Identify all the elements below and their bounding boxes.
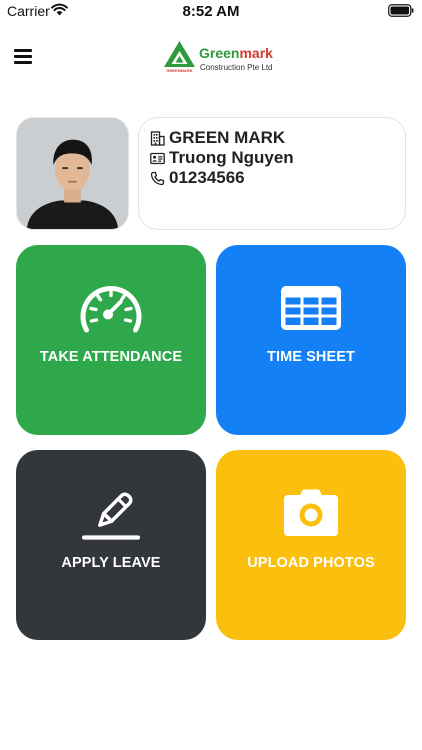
table-icon [281, 286, 341, 330]
time-sheet-label: TIME SHEET [266, 349, 355, 365]
name-row: Truong Nguyen [150, 148, 405, 168]
building-icon [150, 130, 165, 146]
logo-title: Greenmark [199, 45, 273, 61]
status-time: 8:52 AM [182, 3, 240, 20]
company-name: GREEN MARK [169, 128, 286, 147]
logo-triangle-icon: GREENMARK [164, 41, 195, 73]
phone-number: 01234566 [169, 168, 245, 187]
apply-leave-label: APPLY LEAVE [61, 555, 161, 571]
take-attendance-button[interactable]: TAKE ATTENDANCE [16, 245, 206, 435]
menu-icon[interactable] [14, 48, 34, 64]
avatar[interactable] [16, 117, 129, 230]
pencil-icon [81, 492, 141, 540]
company-row: GREEN MARK [150, 128, 405, 148]
profile-info-card: GREEN MARK Truong Nguyen 01234566 [138, 117, 406, 230]
status-bar: Carrier 8:52 AM [0, 0, 422, 22]
company-logo: GREENMARK Greenmark Construction Pte Ltd [163, 40, 275, 76]
avatar-photo [17, 118, 128, 229]
upload-photos-button[interactable]: UPLOAD PHOTOS [216, 450, 406, 640]
logo-mark-text: GREENMARK [166, 68, 192, 73]
camera-icon [284, 489, 338, 536]
employee-name: Truong Nguyen [169, 148, 294, 167]
apply-leave-button[interactable]: APPLY LEAVE [16, 450, 206, 640]
id-card-icon [150, 152, 165, 164]
time-sheet-button[interactable]: TIME SHEET [216, 245, 406, 435]
take-attendance-label: TAKE ATTENDANCE [39, 349, 183, 365]
upload-photos-label: UPLOAD PHOTOS [247, 555, 375, 571]
phone-row: 01234566 [150, 168, 405, 188]
battery-icon [388, 4, 414, 17]
speedometer-icon [80, 286, 142, 333]
phone-icon [150, 171, 165, 185]
logo-subtitle: Construction Pte Ltd [200, 63, 273, 72]
